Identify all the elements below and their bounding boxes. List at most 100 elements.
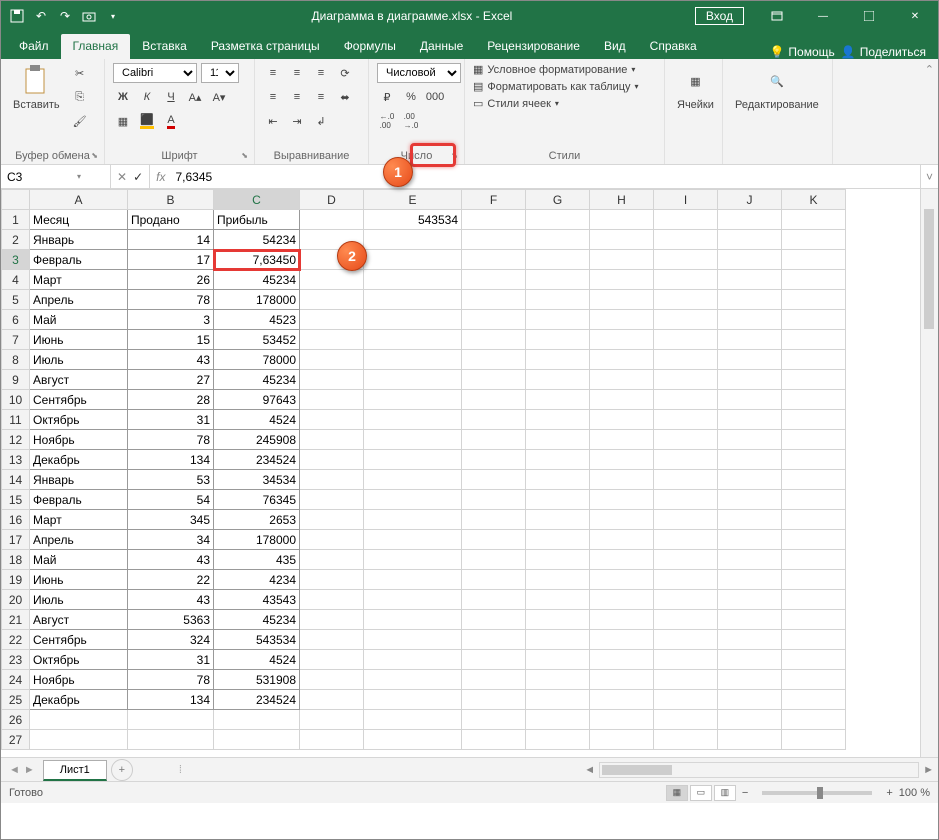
zoom-in-icon[interactable]: + [886,787,892,799]
cell[interactable] [654,330,718,350]
tab-formulas[interactable]: Формулы [332,34,408,59]
cell[interactable] [782,390,846,410]
cell[interactable] [364,510,462,530]
tab-home[interactable]: Главная [61,34,131,59]
cell[interactable] [462,670,526,690]
cell[interactable] [590,450,654,470]
undo-icon[interactable]: ↶ [33,8,49,24]
cell[interactable] [462,510,526,530]
cell[interactable] [718,570,782,590]
cell[interactable]: 134 [128,690,214,710]
cell[interactable] [782,210,846,230]
row-header[interactable]: 22 [2,630,30,650]
copy-icon[interactable]: ⎘ [70,87,90,107]
cell[interactable] [526,310,590,330]
font-color-icon[interactable]: A [161,111,181,131]
cell[interactable] [526,510,590,530]
cell[interactable] [526,270,590,290]
cell[interactable] [654,530,718,550]
cell[interactable] [590,630,654,650]
column-header[interactable]: J [718,190,782,210]
login-button[interactable]: Вход [695,7,744,25]
cell[interactable]: 178000 [214,290,300,310]
font-name-select[interactable]: Calibri [113,63,197,83]
cell[interactable] [462,530,526,550]
cell[interactable] [364,470,462,490]
paste-button[interactable]: Вставить [9,63,64,113]
cell[interactable] [214,710,300,730]
cell[interactable]: 234524 [214,450,300,470]
cell[interactable] [718,270,782,290]
cell[interactable] [300,590,364,610]
cell[interactable]: 324 [128,630,214,650]
cell[interactable] [462,290,526,310]
cell[interactable] [654,390,718,410]
cells-button[interactable]: ▦Ячейки [673,63,718,113]
row-header[interactable]: 2 [2,230,30,250]
cell[interactable]: 178000 [214,530,300,550]
shrink-font-icon[interactable]: A▾ [209,87,229,107]
cell[interactable]: 34534 [214,470,300,490]
confirm-formula-icon[interactable]: ✓ [133,170,143,184]
column-header[interactable]: C [214,190,300,210]
cell[interactable] [526,350,590,370]
cell[interactable] [300,210,364,230]
cell[interactable] [654,270,718,290]
cell[interactable] [654,730,718,750]
cell[interactable]: 4524 [214,410,300,430]
cell[interactable] [718,210,782,230]
cell[interactable] [300,370,364,390]
cell[interactable] [718,530,782,550]
cell[interactable] [654,490,718,510]
cell[interactable] [300,410,364,430]
cell[interactable] [462,710,526,730]
cell[interactable] [462,470,526,490]
cell[interactable]: 53452 [214,330,300,350]
cell[interactable] [718,350,782,370]
cell[interactable] [300,330,364,350]
cut-icon[interactable]: ✂ [70,63,90,83]
cell[interactable]: 43 [128,590,214,610]
cell[interactable] [718,470,782,490]
worksheet-grid[interactable]: ABCDEFGHIJK1МесяцПроданоПрибыль5435342Ян… [1,189,938,757]
row-header[interactable]: 10 [2,390,30,410]
cell[interactable]: Февраль [30,490,128,510]
cell[interactable] [364,550,462,570]
column-header[interactable]: D [300,190,364,210]
cell[interactable] [364,650,462,670]
cell[interactable]: 4523 [214,310,300,330]
column-header[interactable]: A [30,190,128,210]
row-header[interactable]: 6 [2,310,30,330]
minimize-icon[interactable]: — [800,1,846,31]
cell[interactable]: 45234 [214,370,300,390]
row-header[interactable]: 7 [2,330,30,350]
save-icon[interactable] [9,8,25,24]
cell[interactable] [364,290,462,310]
cell[interactable]: 14 [128,230,214,250]
percent-format-icon[interactable]: % [401,87,421,107]
cell[interactable] [782,250,846,270]
sheet-nav-prev-icon[interactable]: ◄ [9,764,20,776]
cell[interactable] [364,670,462,690]
cell[interactable] [300,310,364,330]
cell[interactable] [590,350,654,370]
cell[interactable] [718,250,782,270]
font-launcher-icon[interactable]: ⬊ [241,151,248,160]
cell[interactable] [590,710,654,730]
cell[interactable] [364,570,462,590]
cell[interactable] [526,650,590,670]
cell[interactable] [462,610,526,630]
cell[interactable]: Месяц [30,210,128,230]
cell[interactable] [718,670,782,690]
cell[interactable] [462,390,526,410]
cell[interactable]: 26 [128,270,214,290]
cell[interactable] [364,530,462,550]
cell[interactable]: 31 [128,650,214,670]
name-box[interactable]: ▾ [1,165,111,188]
normal-view-icon[interactable]: ▦ [666,785,688,801]
cell[interactable] [590,470,654,490]
name-box-input[interactable] [7,170,77,184]
cell[interactable]: 543534 [364,210,462,230]
cell[interactable] [782,270,846,290]
cell[interactable] [128,730,214,750]
